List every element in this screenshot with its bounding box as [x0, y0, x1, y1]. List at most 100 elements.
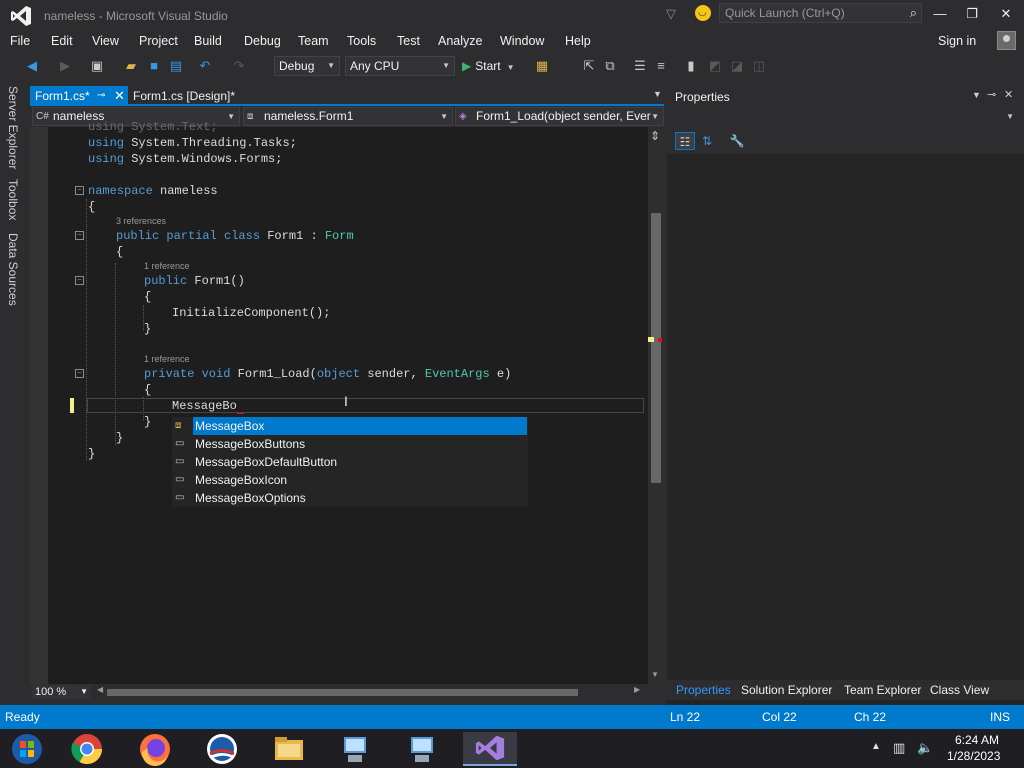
menu-window[interactable]: Window	[500, 34, 544, 48]
solution-platform-select[interactable]: Any CPU ▼	[345, 56, 455, 76]
menu-analyze[interactable]: Analyze	[438, 34, 482, 48]
menu-view[interactable]: View	[92, 34, 119, 48]
scroll-right-icon[interactable]: ▶	[634, 685, 640, 694]
code-editor[interactable]: using System.Text; using System.Threadin…	[30, 120, 664, 684]
step-icon[interactable]: ⇱	[580, 57, 598, 75]
new-project-icon[interactable]: ▣	[88, 57, 106, 75]
chevron-down-icon: ▼	[1006, 112, 1014, 121]
completion-item[interactable]: ⧈ MessageBox	[172, 417, 528, 435]
horizontal-scroll-thumb[interactable]	[107, 689, 578, 696]
start-debugging-button[interactable]: ▶ Start ▼	[462, 57, 515, 77]
obama-campaign-icon[interactable]	[205, 732, 239, 766]
intellisense-list[interactable]: ⧈ MessageBox ▭ MessageBoxButtons ▭ MessageB…	[172, 417, 528, 507]
restore-button[interactable]: ❐	[958, 4, 986, 24]
uncomment-icon[interactable]: ≡	[652, 57, 670, 75]
pin-icon[interactable]: ⊸	[987, 88, 996, 101]
menu-project[interactable]: Project	[139, 34, 178, 48]
completion-item[interactable]: ▭ MessageBoxOptions	[172, 489, 528, 507]
completion-item[interactable]: ▭ MessageBoxIcon	[172, 471, 528, 489]
tab-form1-cs[interactable]: Form1.cs* ⊸ ✕	[30, 86, 128, 106]
properties-object-select[interactable]: ▼	[667, 106, 1024, 128]
next-bookmark-icon[interactable]: ◪	[728, 57, 746, 75]
menu-test[interactable]: Test	[397, 34, 420, 48]
collapse-icon[interactable]: −	[75, 231, 84, 240]
toolbox-tab[interactable]: Toolbox	[6, 179, 20, 220]
bookmark-icon[interactable]: ▮	[682, 57, 700, 75]
minimize-button[interactable]: —	[926, 4, 954, 24]
solution-configuration-select[interactable]: Debug ▼	[274, 56, 340, 76]
completion-item[interactable]: ▭ MessageBoxButtons	[172, 435, 528, 453]
prev-bookmark-icon[interactable]: ◩	[706, 57, 724, 75]
references-codelens[interactable]: 3 references	[116, 216, 166, 226]
tab-class-view[interactable]: Class View	[930, 683, 989, 697]
show-hidden-icons-icon[interactable]: ▲	[871, 741, 881, 752]
class-select[interactable]: ⧈ nameless.Form1 ▼	[243, 107, 453, 126]
back-icon[interactable]: ◀	[23, 57, 41, 75]
network-app-icon[interactable]	[338, 732, 372, 766]
server-explorer-tab[interactable]: Server Explorer	[6, 86, 20, 169]
firefox-icon[interactable]	[138, 732, 172, 766]
pin-icon[interactable]: ⊸	[97, 86, 105, 106]
redo-icon[interactable]: ↷	[230, 57, 248, 75]
categorized-icon[interactable]: ☷	[675, 132, 695, 150]
close-icon[interactable]: ✕	[1004, 88, 1013, 101]
menu-help[interactable]: Help	[565, 34, 591, 48]
data-sources-tab[interactable]: Data Sources	[6, 233, 20, 306]
tab-team-explorer[interactable]: Team Explorer	[844, 683, 921, 697]
comment-icon[interactable]: ☰	[631, 57, 649, 75]
save-all-icon[interactable]: ▤	[167, 57, 185, 75]
collapse-icon[interactable]: −	[75, 369, 84, 378]
network-app-2-icon[interactable]	[405, 732, 439, 766]
vertical-scrollbar[interactable]: ⇕ ▼	[648, 127, 664, 684]
search-icon[interactable]: ⌕	[910, 5, 917, 21]
scroll-down-icon[interactable]: ▼	[651, 670, 659, 679]
chrome-icon[interactable]	[70, 732, 104, 766]
start-orb-icon[interactable]	[10, 732, 44, 766]
chevron-down-icon[interactable]: ▼	[653, 89, 662, 99]
clock-date[interactable]: 1/28/2023	[947, 749, 1000, 763]
play-icon: ▶	[462, 59, 472, 73]
menu-build[interactable]: Build	[194, 34, 222, 48]
zoom-select[interactable]: 100 % ▼	[32, 685, 90, 699]
tab-solution-explorer[interactable]: Solution Explorer	[741, 683, 832, 697]
chevron-down-icon[interactable]: ▼	[972, 90, 981, 100]
account-icon[interactable]	[997, 31, 1016, 50]
volume-icon[interactable]: 🔈	[917, 740, 933, 756]
tab-properties[interactable]: Properties	[676, 683, 731, 697]
split-icon[interactable]: ⇕	[650, 129, 660, 143]
network-icon[interactable]: ▥	[893, 740, 905, 756]
property-pages-icon[interactable]: 🔧	[727, 132, 747, 150]
feedback-smiley-icon[interactable]	[695, 5, 711, 21]
scroll-thumb[interactable]	[651, 213, 661, 483]
scroll-left-icon[interactable]: ◀	[97, 685, 103, 694]
close-button[interactable]: ✕	[992, 4, 1020, 24]
filter-icon[interactable]: ▽	[666, 6, 676, 22]
code-line-current[interactable]: MessageBo	[172, 399, 245, 414]
save-icon[interactable]: ■	[145, 57, 163, 75]
clear-bookmarks-icon[interactable]: ◫	[750, 57, 768, 75]
completion-item[interactable]: ▭ MessageBoxDefaultButton	[172, 453, 528, 471]
undo-icon[interactable]: ↶	[196, 57, 214, 75]
tab-form1-design[interactable]: Form1.cs [Design]*	[133, 86, 235, 106]
open-file-icon[interactable]: ▰	[122, 57, 140, 75]
alphabetical-sort-icon[interactable]: ⇅	[697, 132, 717, 150]
menu-debug[interactable]: Debug	[244, 34, 281, 48]
menu-tools[interactable]: Tools	[347, 34, 376, 48]
quick-launch-input[interactable]: Quick Launch (Ctrl+Q) ⌕	[719, 3, 922, 23]
menu-team[interactable]: Team	[298, 34, 329, 48]
collapse-icon[interactable]: −	[75, 276, 84, 285]
close-icon[interactable]: ✕	[114, 86, 125, 106]
clock-time[interactable]: 6:24 AM	[955, 733, 999, 747]
references-codelens[interactable]: 1 reference	[144, 354, 190, 364]
window-layout-icon[interactable]: ⧉	[601, 57, 619, 75]
forward-icon[interactable]: ▶	[56, 57, 74, 75]
browse-icon[interactable]: ▦	[533, 57, 551, 75]
references-codelens[interactable]: 1 reference	[144, 261, 190, 271]
collapse-icon[interactable]: −	[75, 186, 84, 195]
menu-edit[interactable]: Edit	[51, 34, 73, 48]
visual-studio-taskbar-icon[interactable]	[463, 732, 517, 766]
sign-in-link[interactable]: Sign in	[938, 34, 976, 48]
menu-file[interactable]: File	[10, 34, 30, 48]
member-select[interactable]: ◈ Form1_Load(object sender, Ever ▼	[455, 107, 664, 126]
file-explorer-icon[interactable]	[272, 732, 306, 766]
